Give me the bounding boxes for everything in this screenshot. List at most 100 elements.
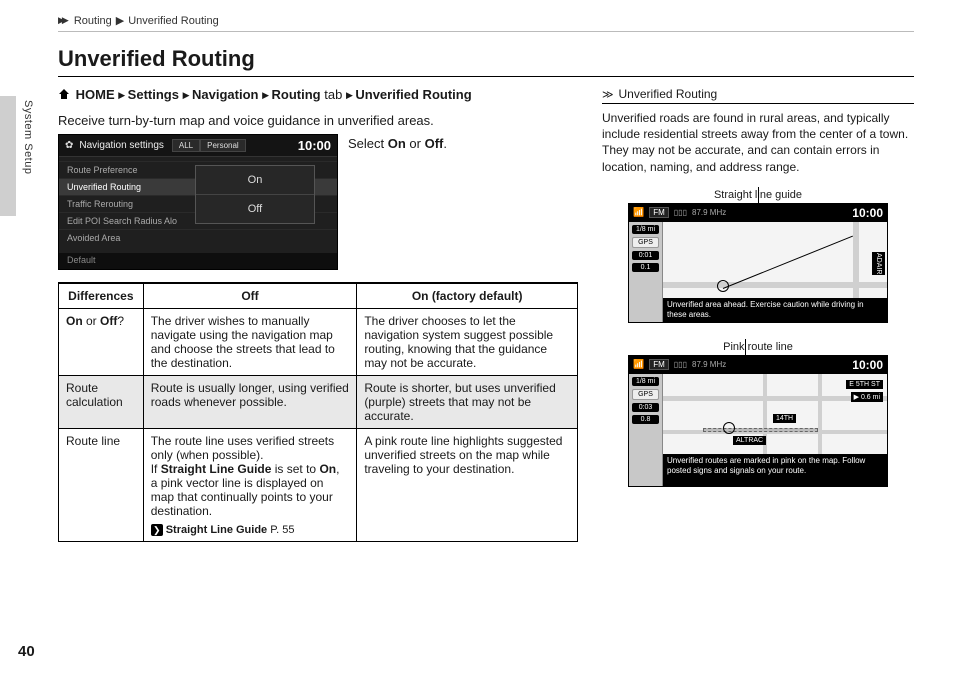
th-differences: Differences bbox=[59, 283, 144, 309]
pink-route bbox=[703, 428, 818, 432]
device-screenshot: ✿ Navigation settings ALL Personal 10:00… bbox=[58, 134, 338, 270]
th-off: Off bbox=[143, 283, 357, 309]
table-row: Route calculation Route is usually longe… bbox=[59, 376, 578, 429]
sidebar-paragraph: Unverified roads are found in rural area… bbox=[602, 110, 914, 175]
figure-straight-line-guide: Straight line guide 📶 FM ▯▯▯ 87.9 MHz 10… bbox=[628, 189, 888, 323]
breadcrumb-section: Routing bbox=[74, 15, 112, 27]
road-label: 14TH bbox=[773, 414, 796, 423]
nav-rds-bars-icon: ▯▯▯ bbox=[674, 208, 687, 217]
sidebar-column: ≫ Unverified Routing Unverified roads ar… bbox=[602, 87, 914, 542]
nav-clock: 10:00 bbox=[852, 358, 883, 372]
path-navigation: Navigation bbox=[192, 87, 258, 102]
nav-distance-chip: 1/8 mi bbox=[632, 225, 659, 234]
antenna-icon: 📶 bbox=[633, 359, 644, 370]
cell-route-calc-on: Route is shorter, but uses unverified (p… bbox=[357, 376, 578, 429]
xref-arrow-icon: ❯ bbox=[151, 524, 163, 536]
cell-route-line: Route line bbox=[59, 429, 144, 542]
path-sep-icon: ▶ bbox=[183, 90, 192, 100]
page-number: 40 bbox=[18, 643, 35, 660]
select-off: Off bbox=[425, 136, 444, 151]
nav-rds-bars-icon: ▯▯▯ bbox=[674, 360, 687, 369]
select-period: . bbox=[443, 136, 447, 151]
nav-eta-chip: 0.8 bbox=[632, 415, 659, 424]
side-tab-marker bbox=[0, 96, 16, 216]
device-popup: On Off bbox=[195, 165, 315, 224]
nav-freq: 87.9 MHz bbox=[692, 208, 726, 217]
device-title: Navigation settings bbox=[79, 140, 164, 151]
nav-warning-msg-2: Unverified routes are marked in pink on … bbox=[663, 454, 887, 486]
turn-distance-chip: ▶ 0.6 mi bbox=[851, 392, 883, 402]
menu-path: HOME ▶ Settings ▶ Navigation ▶ Routing t… bbox=[58, 87, 578, 103]
road-label: E 5TH ST bbox=[846, 380, 883, 389]
path-tab: tab bbox=[324, 87, 342, 102]
path-unverified: Unverified Routing bbox=[355, 87, 471, 102]
nav-status-column: 1/8 mi GPS 0:03 0.8 bbox=[629, 374, 663, 486]
page-title: Unverified Routing bbox=[58, 46, 914, 72]
nav-gps-chip: GPS bbox=[632, 237, 659, 248]
path-sep-icon: ▶ bbox=[346, 90, 355, 100]
cell-onoff: On or Off? bbox=[59, 309, 144, 376]
breadcrumb-page: Unverified Routing bbox=[128, 15, 219, 27]
path-sep-icon: ▶ bbox=[118, 90, 127, 100]
nav-distance-chip: 1/8 mi bbox=[632, 377, 659, 386]
road-label: ALTRAC bbox=[733, 436, 766, 445]
header-rule bbox=[58, 31, 914, 32]
nav-status-column: 1/8 mi GPS 0:01 0.1 bbox=[629, 222, 663, 322]
nav-screenshot-1: 📶 FM ▯▯▯ 87.9 MHz 10:00 1/8 mi GPS 0:01 … bbox=[628, 203, 888, 323]
nav-gps-chip: GPS bbox=[632, 389, 659, 400]
device-tab-all[interactable]: ALL bbox=[172, 139, 200, 152]
nav-eta-chip: 0:03 bbox=[632, 403, 659, 412]
select-on: On bbox=[388, 136, 406, 151]
figure-pink-route-line: Pink route line 📶 FM ▯▯▯ 87.9 MHz 10:00 … bbox=[628, 341, 888, 487]
figure-caption-2: Pink route line bbox=[628, 341, 888, 353]
cell-route-line-on: A pink route line highlights suggested u… bbox=[357, 429, 578, 542]
th-on: On (factory default) bbox=[357, 283, 578, 309]
breadcrumb-arrow-icon: ▶ bbox=[116, 14, 124, 27]
nav-map-1: ADAIR bbox=[663, 222, 887, 302]
cell-on-desc: The driver chooses to let the navigation… bbox=[357, 309, 578, 376]
device-popup-off[interactable]: Off bbox=[196, 194, 314, 223]
title-rule bbox=[58, 76, 914, 77]
device-popup-on[interactable]: On bbox=[196, 166, 314, 194]
nav-warning-msg-1: Unverified area ahead. Exercise caution … bbox=[663, 298, 887, 322]
antenna-icon: 📶 bbox=[633, 207, 644, 218]
side-tab-label: System Setup bbox=[22, 100, 34, 174]
path-routing: Routing bbox=[272, 87, 321, 102]
nav-fm: FM bbox=[649, 359, 669, 370]
sidebar-note-icon: ≫ bbox=[602, 88, 610, 101]
select-instruction: Select On or Off. bbox=[348, 134, 447, 151]
path-sep-icon: ▶ bbox=[262, 90, 271, 100]
vehicle-marker-icon bbox=[717, 280, 729, 292]
road-label: ADAIR bbox=[872, 252, 885, 275]
nav-eta-chip: 0.1 bbox=[632, 263, 659, 272]
sidebar-rule bbox=[602, 103, 914, 104]
device-default-label[interactable]: Default bbox=[59, 253, 337, 269]
table-row: Route line The route line uses verified … bbox=[59, 429, 578, 542]
nav-fm: FM bbox=[649, 207, 669, 218]
route-marker-icon bbox=[723, 422, 735, 434]
intro-text: Receive turn-by-turn map and voice guida… bbox=[58, 113, 578, 128]
cell-route-line-off: The route line uses verified streets onl… bbox=[143, 429, 357, 542]
path-home: HOME bbox=[76, 87, 115, 102]
select-or: or bbox=[406, 136, 425, 151]
gear-icon: ✿ bbox=[65, 140, 73, 151]
nav-eta-chip: 0:01 bbox=[632, 251, 659, 260]
device-clock: 10:00 bbox=[298, 138, 331, 153]
cell-off-desc: The driver wishes to manually navigate u… bbox=[143, 309, 357, 376]
nav-map-2: 14TH ALTRAC E 5TH ST ▶ 0.6 mi bbox=[663, 374, 887, 466]
select-prefix: Select bbox=[348, 136, 388, 151]
device-item-avoided-area[interactable]: Avoided Area bbox=[59, 229, 337, 246]
table-row: On or Off? The driver wishes to manually… bbox=[59, 309, 578, 376]
running-head: ▶▶ Routing ▶ Unverified Routing bbox=[58, 14, 914, 27]
nav-clock: 10:00 bbox=[852, 206, 883, 220]
straight-line bbox=[723, 235, 853, 288]
device-tab-personal[interactable]: Personal bbox=[200, 139, 246, 152]
breadcrumb-arrows-icon: ▶▶ bbox=[58, 15, 66, 26]
cell-route-calc-off: Route is usually longer, using verified … bbox=[143, 376, 357, 429]
home-icon bbox=[58, 88, 70, 103]
xref-straight-line-guide[interactable]: ❯Straight Line Guide P. 55 bbox=[151, 524, 350, 536]
sidebar-heading: ≫ Unverified Routing bbox=[602, 87, 914, 101]
nav-screenshot-2: 📶 FM ▯▯▯ 87.9 MHz 10:00 1/8 mi GPS 0:03 … bbox=[628, 355, 888, 487]
sidebar-heading-text: Unverified Routing bbox=[619, 87, 718, 101]
cell-route-calc: Route calculation bbox=[59, 376, 144, 429]
